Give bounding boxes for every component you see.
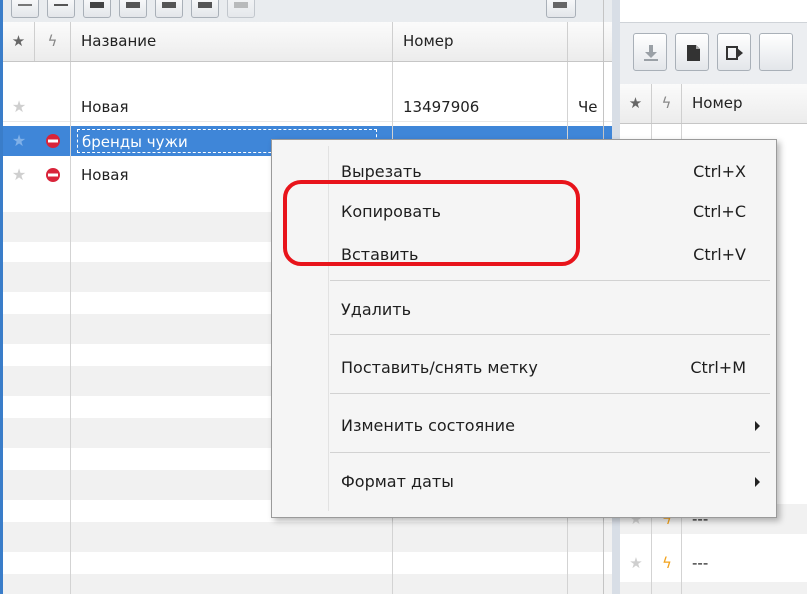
toolbar-button-5[interactable] (155, 0, 183, 18)
header-extra-column[interactable] (568, 22, 612, 61)
row-number: --- (692, 554, 709, 572)
column-divider (70, 62, 71, 594)
left-grid-header: ★ ϟ Название Номер (3, 22, 612, 62)
menu-item-shortcut: Ctrl+X (693, 162, 746, 181)
right-grid-header: ★ ϟ Номер (620, 84, 807, 124)
menu-item-date-format[interactable]: Формат даты (272, 462, 776, 502)
flash-icon: ϟ (661, 94, 672, 112)
menu-separator (330, 280, 770, 281)
row-extra: Че (578, 98, 598, 116)
document-icon (687, 45, 700, 61)
toolbar-button-8[interactable] (546, 0, 576, 18)
menu-item-shortcut: Ctrl+M (690, 358, 746, 377)
table-row[interactable]: ★ Новая 13497906 Че (3, 92, 612, 122)
header-name-column[interactable]: Название (71, 22, 393, 61)
row-name: Новая (81, 98, 129, 116)
toolbar-button-6[interactable] (191, 0, 219, 18)
row-number: 13497906 (403, 98, 480, 116)
highlight-annotation (283, 180, 580, 266)
menu-item-shortcut: Ctrl+C (692, 202, 746, 221)
toolbar-button-4[interactable] (119, 0, 147, 18)
menu-item-label: Формат даты (341, 472, 454, 491)
header-number-column[interactable]: Номер (393, 22, 568, 61)
header-name-label: Название (81, 32, 157, 50)
star-icon: ★ (628, 94, 643, 112)
menu-item-label: Изменить состояние (341, 416, 515, 435)
toolbar-button-1[interactable] (11, 0, 39, 18)
star-icon[interactable]: ★ (620, 548, 652, 578)
stop-icon (35, 126, 71, 156)
menu-item-delete[interactable]: Удалить (272, 290, 776, 330)
stop-icon (35, 160, 71, 190)
document-button[interactable] (675, 33, 709, 71)
menu-item-change-state[interactable]: Изменить состояние (272, 406, 776, 446)
menu-item-label: Удалить (341, 300, 411, 319)
header-number-column[interactable]: Номер (682, 84, 807, 123)
toolbar-button-2[interactable] (47, 0, 75, 18)
table-row[interactable]: ★ ϟ --- (620, 548, 807, 578)
left-toolbar (3, 0, 612, 23)
download-icon (644, 45, 658, 61)
menu-item-shortcut: Ctrl+V (693, 245, 746, 264)
toolbar-button-7[interactable] (227, 0, 255, 18)
menu-separator (330, 334, 770, 335)
empty-row (3, 522, 612, 552)
submenu-arrow-icon (755, 477, 760, 487)
star-icon[interactable]: ★ (3, 92, 35, 122)
header-star-column[interactable]: ★ (620, 84, 652, 123)
forward-icon (726, 46, 743, 60)
header-flash-column[interactable]: ϟ (652, 84, 682, 123)
right-top-strip (620, 0, 807, 23)
toolbar-button-3[interactable] (83, 0, 111, 18)
star-icon: ★ (11, 32, 26, 50)
submenu-arrow-icon (755, 421, 760, 431)
menu-item-toggle-mark[interactable]: Поставить/снять метку Ctrl+M (272, 348, 776, 388)
download-button[interactable] (633, 33, 667, 71)
header-flash-column[interactable]: ϟ (35, 22, 71, 61)
star-icon[interactable]: ★ (3, 126, 35, 156)
menu-item-label: Поставить/снять метку (341, 358, 538, 377)
right-toolbar (620, 0, 807, 85)
empty-row (620, 582, 807, 594)
header-number-label: Номер (403, 32, 454, 50)
header-number-label: Номер (692, 94, 743, 112)
header-star-column[interactable]: ★ (3, 22, 35, 61)
menu-separator (330, 452, 770, 453)
flash-icon: ϟ (47, 32, 58, 50)
star-icon[interactable]: ★ (3, 160, 35, 190)
forward-button[interactable] (717, 33, 751, 71)
toolbar-button-more[interactable] (759, 33, 793, 71)
empty-row (3, 574, 612, 594)
menu-separator (330, 393, 770, 394)
flash-icon: ϟ (662, 554, 672, 572)
